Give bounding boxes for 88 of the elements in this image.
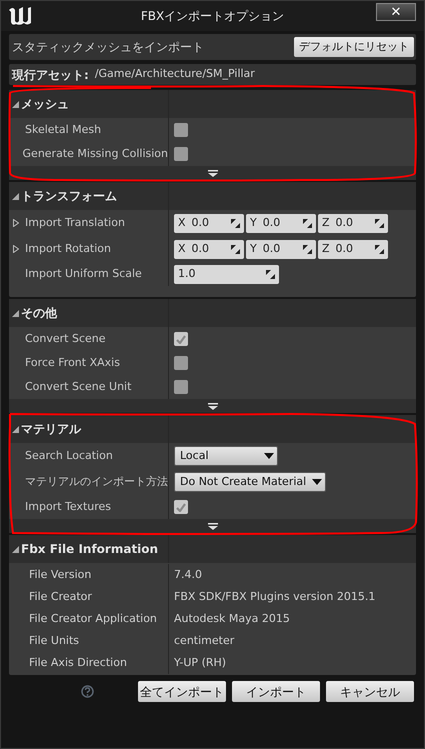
- dialog-button[interactable]: キャンセル: [326, 681, 414, 702]
- show-more-bar[interactable]: [9, 166, 416, 180]
- section-title: メッシュ: [21, 96, 69, 113]
- info-value: Y-UP (RH): [174, 654, 226, 671]
- axis-value: 0.0: [192, 214, 210, 231]
- checkbox[interactable]: [174, 147, 188, 161]
- drag-arrows-icon: [231, 218, 240, 228]
- expand-arrow-icon: [208, 522, 218, 530]
- number-field[interactable]: Y 0.0: [246, 214, 316, 232]
- drag-arrows-icon: [375, 244, 384, 254]
- property-label: Generate Missing Collision: [22, 146, 168, 162]
- section-title: Fbx File Information: [21, 541, 158, 558]
- caret-icon: [312, 479, 322, 485]
- expand-triangle-icon[interactable]: [13, 245, 19, 253]
- axis-label: X: [178, 240, 186, 257]
- property-label: Convert Scene Unit: [24, 378, 132, 395]
- axis-label: Y: [250, 214, 257, 231]
- drag-arrows-icon: [303, 244, 312, 254]
- dropdown[interactable]: Local: [174, 446, 278, 466]
- axis-value: 0.0: [336, 240, 354, 257]
- caret-icon: [264, 453, 274, 459]
- section-title: マテリアル: [21, 421, 81, 438]
- property-label: File Units: [28, 632, 80, 649]
- axis-label: Z: [322, 214, 330, 231]
- import-type-label: スタティックメッシュをインポート: [12, 39, 205, 56]
- info-value: Autodesk Maya 2015: [174, 610, 290, 627]
- checkmark-icon: [176, 502, 186, 512]
- property-label: Import Translation: [24, 214, 125, 231]
- checkbox[interactable]: [174, 332, 188, 346]
- close-button[interactable]: ✕: [376, 3, 416, 21]
- property-label: Import Textures: [24, 498, 112, 515]
- property-label: Import Uniform Scale: [24, 266, 142, 282]
- section-header[interactable]: その他: [9, 299, 416, 327]
- axis-value: 0.0: [262, 240, 282, 257]
- number-field[interactable]: X 0.0: [174, 214, 244, 232]
- section-title: トランスフォーム: [21, 188, 117, 205]
- checkbox[interactable]: [174, 123, 188, 137]
- section-header[interactable]: Fbx File Information: [9, 535, 416, 563]
- reset-button[interactable]: デフォルトにリセット: [294, 37, 414, 57]
- info-value: centimeter: [174, 632, 234, 649]
- asset-path: /Game/Architecture/SM_Pillar: [94, 66, 255, 82]
- section-header[interactable]: トランスフォーム: [9, 182, 416, 210]
- asset-label: 現行アセット:: [12, 66, 89, 84]
- number-field[interactable]: Z 0.0: [318, 214, 388, 232]
- section-header[interactable]: マテリアル: [9, 415, 416, 443]
- checkmark-icon: [176, 334, 186, 344]
- property-label: File Creator Application: [28, 610, 157, 627]
- window-title: FBXインポートオプション: [140, 8, 284, 25]
- checkbox[interactable]: [174, 380, 188, 394]
- help-icon[interactable]: [81, 685, 94, 698]
- info-value: 7.4.0: [174, 566, 202, 583]
- property-label: File Axis Direction: [28, 654, 127, 671]
- logo-icon: [7, 6, 33, 26]
- show-more-bar[interactable]: [9, 519, 416, 533]
- field-value: 1.0: [178, 266, 196, 282]
- drag-arrows-icon: [266, 270, 275, 278]
- axis-label: Z: [322, 240, 330, 257]
- property-label: Convert Scene: [24, 330, 106, 347]
- number-field[interactable]: 1.0: [174, 264, 279, 284]
- expand-arrow-icon: [208, 402, 218, 410]
- property-label: Search Location: [24, 448, 113, 464]
- axis-value: 0.0: [262, 214, 282, 231]
- checkbox[interactable]: [174, 500, 188, 514]
- property-label: File Creator: [28, 588, 92, 605]
- property-label: Skeletal Mesh: [24, 122, 102, 138]
- axis-value: 0.0: [192, 240, 210, 257]
- property-label: Import Rotation: [24, 240, 112, 257]
- property-label: Force Front XAxis: [24, 354, 120, 371]
- drag-arrows-icon: [375, 218, 384, 228]
- property-label: File Version: [28, 566, 92, 583]
- axis-value: 0.0: [336, 214, 354, 231]
- drag-arrows-icon: [231, 244, 240, 254]
- dropdown[interactable]: Do Not Create Material: [174, 472, 326, 492]
- section-title: その他: [21, 305, 57, 322]
- dialog-button[interactable]: 全てインポート: [138, 681, 226, 702]
- checkbox[interactable]: [174, 356, 188, 370]
- number-field[interactable]: X 0.0: [174, 240, 244, 258]
- number-field[interactable]: Y 0.0: [246, 240, 316, 258]
- axis-label: Y: [250, 240, 257, 257]
- dialog-button[interactable]: インポート: [232, 681, 320, 702]
- axis-label: X: [178, 214, 186, 231]
- info-value: FBX SDK/FBX Plugins version 2015.1: [174, 588, 376, 605]
- expand-arrow-icon: [208, 170, 218, 176]
- number-field[interactable]: Z 0.0: [318, 240, 388, 258]
- expand-triangle-icon[interactable]: [13, 219, 19, 227]
- section-header[interactable]: メッシュ: [9, 90, 416, 118]
- drag-arrows-icon: [303, 218, 312, 228]
- property-label: マテリアルのインポート方法: [24, 474, 168, 490]
